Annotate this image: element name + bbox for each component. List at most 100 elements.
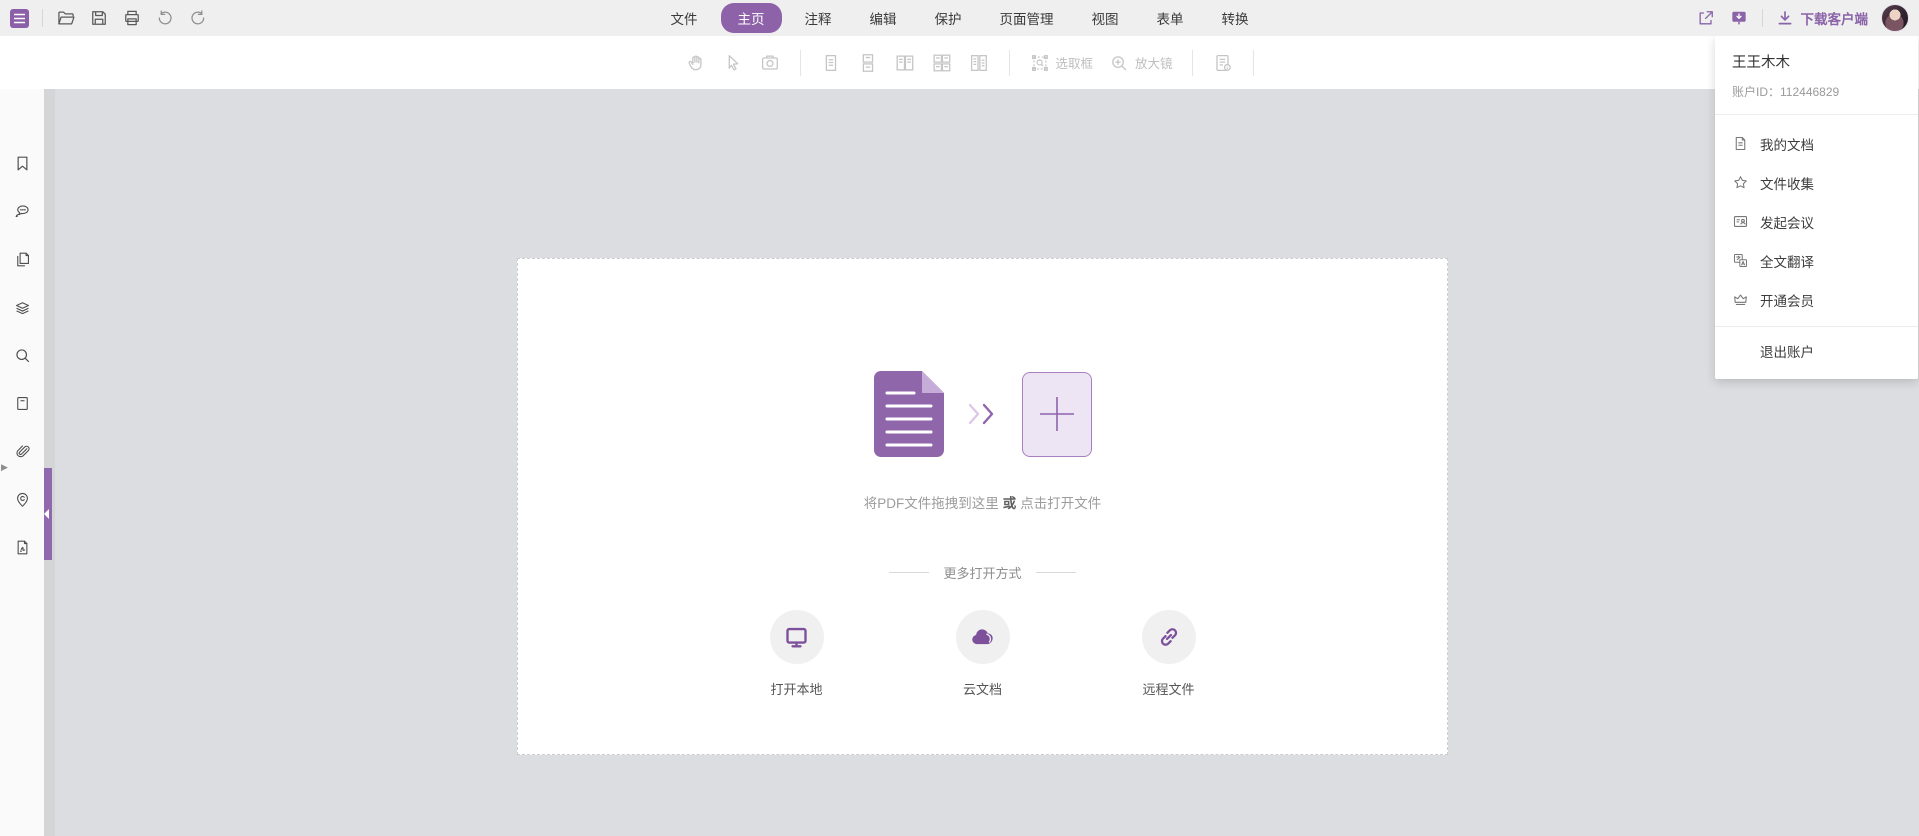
- drop-zone-graphic: [518, 371, 1447, 457]
- remote-file-button[interactable]: 远程文件: [1142, 610, 1196, 698]
- single-page-icon: [819, 52, 841, 74]
- hand-tool-button[interactable]: [684, 52, 706, 74]
- pdf-document-icon: [874, 371, 944, 457]
- split-view-button[interactable]: [967, 52, 989, 74]
- menu-item-start-meeting[interactable]: 发起会议: [1715, 202, 1918, 241]
- present-button[interactable]: [1729, 8, 1749, 28]
- destinations-panel-button[interactable]: [13, 490, 32, 509]
- layers-icon: [13, 298, 32, 317]
- signature-panel-button[interactable]: [13, 538, 32, 557]
- layers-panel-button[interactable]: [13, 298, 32, 317]
- panel-collapse-handle[interactable]: [44, 468, 52, 560]
- open-local-label: 打开本地: [770, 679, 822, 698]
- plus-icon: [1038, 395, 1076, 433]
- facing-continuous-view-button[interactable]: [930, 52, 952, 74]
- select-tool-button[interactable]: [721, 52, 743, 74]
- print-button[interactable]: [122, 8, 142, 28]
- drop-hint-click[interactable]: 点击打开文件: [1020, 496, 1101, 511]
- top-menubar: 文件 主页 注释 编辑 保护 页面管理 视图 表单 转换 下载客户端: [0, 0, 1919, 36]
- add-file-button[interactable]: [1022, 372, 1092, 457]
- cloud-docs-label: 云文档: [963, 679, 1002, 698]
- cloud-docs-button[interactable]: 云文档: [956, 610, 1010, 698]
- facing-pages-icon: [893, 52, 915, 74]
- document-properties-button[interactable]: [1211, 52, 1233, 74]
- divider: [1008, 50, 1009, 76]
- file-collect-icon: [1732, 174, 1749, 191]
- bookmarks-panel-button[interactable]: [13, 154, 32, 173]
- tab-page-manage[interactable]: 页面管理: [985, 4, 1069, 32]
- translate-icon: [1732, 252, 1749, 269]
- download-client-label: 下载客户端: [1801, 8, 1869, 28]
- folder-open-icon: [56, 8, 76, 28]
- pages-icon: [13, 250, 32, 269]
- chevron-right-double-icon: [966, 403, 1000, 425]
- facing-view-button[interactable]: [893, 52, 915, 74]
- open-file-button[interactable]: [56, 8, 76, 28]
- panel-gutter: [44, 89, 55, 836]
- more-open-ways: 更多打开方式: [518, 563, 1447, 582]
- redo-button[interactable]: [188, 8, 208, 28]
- user-name: 王王木木: [1732, 51, 1901, 72]
- divider: [799, 50, 800, 76]
- user-info: 王王木木 账户ID：112446829: [1715, 36, 1918, 115]
- hand-icon: [684, 52, 706, 74]
- printer-icon: [122, 8, 142, 28]
- share-button[interactable]: [1696, 8, 1716, 28]
- cloud-icon: [968, 623, 997, 652]
- undo-icon: [155, 8, 175, 28]
- user-menu-list: 我的文档 文件收集 发起会议 全文翻译 开通会员: [1715, 115, 1918, 319]
- more-open-ways-label: 更多打开方式: [943, 563, 1021, 582]
- quick-actions: [10, 0, 208, 36]
- drop-hint-or: 或: [1003, 496, 1017, 511]
- tab-file[interactable]: 文件: [656, 4, 713, 32]
- page-field-icon: [13, 394, 32, 413]
- cast-screen-icon: [1729, 8, 1749, 28]
- my-documents-icon: [1732, 135, 1749, 152]
- tab-form[interactable]: 表单: [1142, 4, 1199, 32]
- tab-comment[interactable]: 注释: [790, 4, 847, 32]
- divider-line: [1036, 572, 1076, 573]
- save-button[interactable]: [89, 8, 109, 28]
- magnifier-plus-icon: [1108, 52, 1130, 74]
- thumbnail-panel-button[interactable]: [13, 394, 32, 413]
- marquee-zoom-button[interactable]: 选取框: [1028, 52, 1093, 74]
- user-dropdown: 王王木木 账户ID：112446829 我的文档 文件收集 发起会议 全文翻译 …: [1715, 36, 1918, 379]
- download-client-button[interactable]: 下载客户端: [1776, 8, 1869, 28]
- edge-expand-arrow[interactable]: ▶: [1, 462, 8, 473]
- marquee-label: 选取框: [1055, 53, 1093, 72]
- open-local-button[interactable]: 打开本地: [770, 610, 824, 698]
- tab-edit[interactable]: 编辑: [855, 4, 912, 32]
- menu-item-my-documents[interactable]: 我的文档: [1715, 124, 1918, 163]
- tab-convert[interactable]: 转换: [1207, 4, 1264, 32]
- menu-item-translate[interactable]: 全文翻译: [1715, 241, 1918, 280]
- tab-home[interactable]: 主页: [721, 3, 782, 33]
- user-avatar[interactable]: [1881, 4, 1909, 32]
- magnifier-button[interactable]: 放大镜: [1108, 52, 1173, 74]
- main-menu-button[interactable]: [10, 9, 29, 28]
- continuous-view-button[interactable]: [856, 52, 878, 74]
- pages-panel-button[interactable]: [13, 250, 32, 269]
- start-meeting-icon: [1732, 213, 1749, 230]
- pdf-drop-zone[interactable]: 将PDF文件拖拽到这里或点击打开文件 更多打开方式 打开本地 云文档 远程文件: [517, 258, 1448, 755]
- comments-icon: [13, 202, 32, 221]
- signature-doc-icon: [13, 538, 32, 557]
- undo-button[interactable]: [155, 8, 175, 28]
- attachments-panel-button[interactable]: [13, 442, 32, 461]
- bookmark-icon: [13, 154, 32, 173]
- user-account-id: 账户ID：112446829: [1732, 83, 1901, 100]
- marquee-icon: [1028, 52, 1050, 74]
- comments-panel-button[interactable]: [13, 202, 32, 221]
- single-page-view-button[interactable]: [819, 52, 841, 74]
- tab-view[interactable]: 视图: [1077, 4, 1134, 32]
- snapshot-button[interactable]: [758, 52, 780, 74]
- logout-button[interactable]: 退出账户: [1715, 327, 1918, 375]
- tab-protect[interactable]: 保护: [920, 4, 977, 32]
- menu-item-file-collect[interactable]: 文件收集: [1715, 163, 1918, 202]
- drop-hint[interactable]: 将PDF文件拖拽到这里或点击打开文件: [518, 492, 1447, 512]
- ribbon-tabs: 文件 主页 注释 编辑 保护 页面管理 视图 表单 转换: [656, 0, 1264, 36]
- menu-item-membership[interactable]: 开通会员: [1715, 280, 1918, 319]
- search-panel-button[interactable]: [13, 346, 32, 365]
- divider: [1191, 50, 1192, 76]
- membership-icon: [1732, 291, 1749, 308]
- drop-hint-drag: 将PDF文件拖拽到这里: [864, 496, 999, 511]
